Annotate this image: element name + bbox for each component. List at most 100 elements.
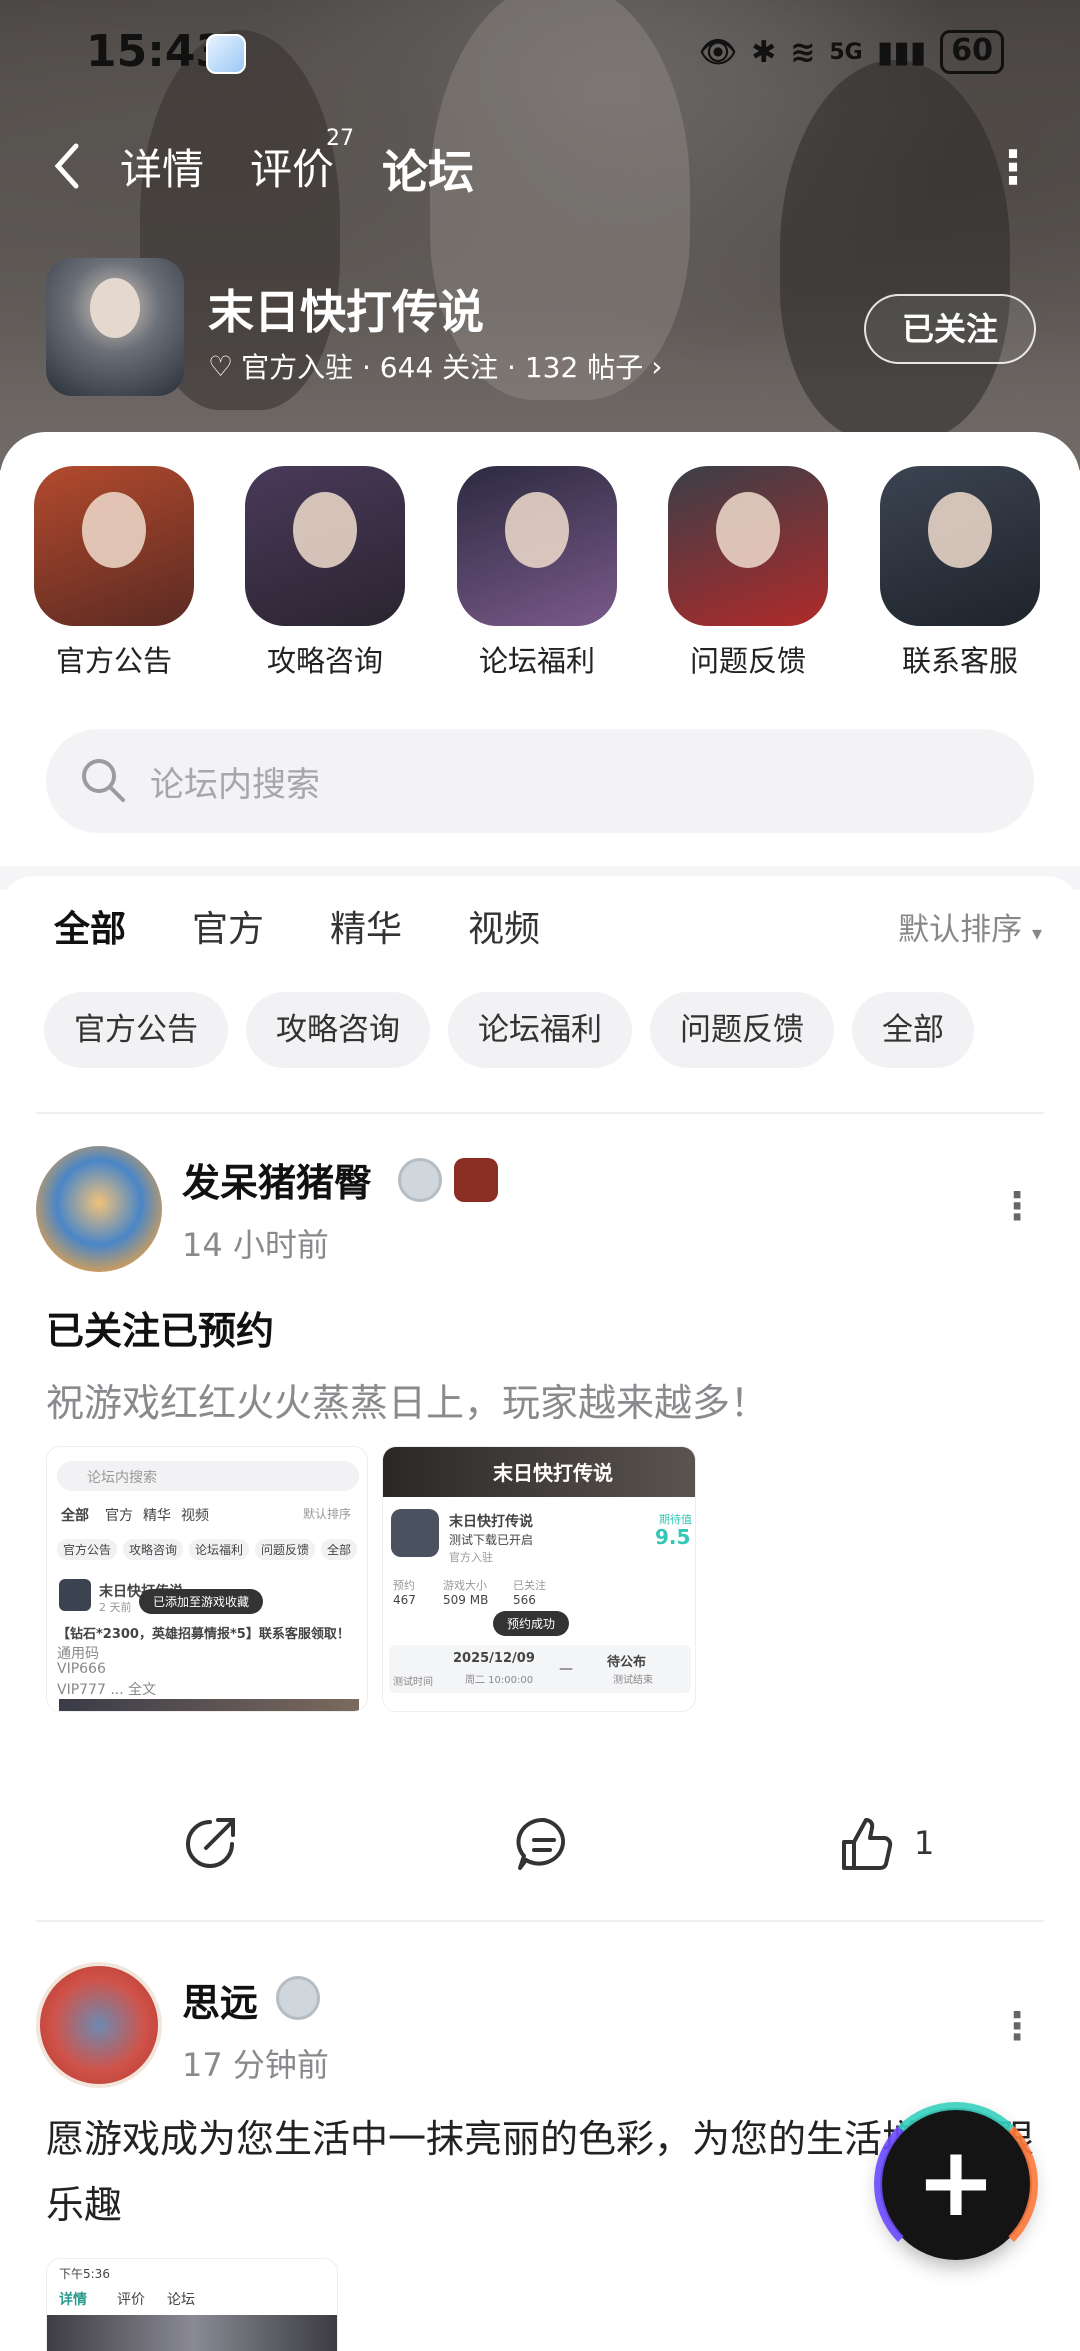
- more-vertical-icon[interactable]: ⋮: [998, 1184, 1036, 1228]
- quick-link-label: 攻略咨询: [266, 644, 383, 678]
- feedback-image: [668, 466, 828, 626]
- mini-game-sub: 测试下载已开启: [449, 1533, 534, 1547]
- post-author[interactable]: 发呆猪猪臀: [182, 1152, 372, 1207]
- post-author[interactable]: 思远: [182, 1972, 258, 2027]
- mini-date-sub: 周二 10:00:00: [465, 1675, 534, 1686]
- mini-tab: 论坛: [167, 2292, 195, 2308]
- sort-label: 默认排序: [898, 912, 1023, 948]
- sort-dropdown[interactable]: 默认排序 ▾: [898, 904, 1042, 949]
- mini-chip: 全部: [321, 1539, 358, 1560]
- game-name: 末日快打传说: [208, 285, 484, 339]
- quick-link-announcements[interactable]: 官方公告: [34, 466, 194, 680]
- category-chips: 官方公告 攻略咨询 论坛福利 问题反馈 全部: [44, 992, 1044, 1072]
- mini-date: 2025/12/09: [453, 1651, 535, 1666]
- filter-tab-video[interactable]: 视频: [468, 900, 540, 952]
- chip-announcements[interactable]: 官方公告: [44, 992, 228, 1068]
- mini-toast: 预约成功: [493, 1611, 570, 1636]
- more-vertical-icon[interactable]: ⋮: [998, 2004, 1036, 2048]
- mini-sort: 默认排序: [303, 1507, 352, 1521]
- quick-link-label: 联系客服: [901, 644, 1018, 678]
- divider: [36, 1112, 1044, 1114]
- mini-test-label: 测试时间: [393, 1677, 433, 1688]
- chip-all[interactable]: 全部: [852, 992, 974, 1068]
- like-icon[interactable]: [828, 1804, 908, 1884]
- mini-dash: —: [559, 1661, 573, 1677]
- quick-link-label: 官方公告: [55, 644, 172, 678]
- quick-link-feedback[interactable]: 问题反馈: [668, 466, 828, 680]
- plus-icon: +: [915, 2126, 997, 2238]
- mini-tab: 精华: [143, 1508, 171, 1524]
- chevron-left-icon[interactable]: [46, 136, 90, 196]
- mini-post-time: 2 天前: [99, 1601, 132, 1614]
- mini-banner: [47, 2315, 337, 2351]
- wifi-icon: ≋: [790, 34, 816, 70]
- support-image: [880, 466, 1040, 626]
- filter-tabs: 全部 官方 精华 视频 默认排序 ▾: [0, 892, 1080, 962]
- mini-post-title: 【钻石*2300，英雄招募情报*5】联系客服领取！: [57, 1627, 350, 1642]
- avatar[interactable]: [36, 1962, 162, 2088]
- filter-tab-featured[interactable]: 精华: [330, 900, 402, 952]
- filter-tab-all[interactable]: 全部: [54, 900, 127, 954]
- post-time: 17 分钟前: [182, 2046, 329, 2084]
- forum-search-bar[interactable]: 论坛内搜索: [46, 729, 1034, 833]
- mini-chip: 问题反馈: [255, 1539, 316, 1560]
- mini-stat-label: 已关注: [513, 1579, 546, 1592]
- post-actions: 1: [0, 1804, 1080, 1884]
- quick-link-welfare[interactable]: 论坛福利: [457, 466, 617, 680]
- more-vertical-icon[interactable]: ⋮: [990, 140, 1036, 194]
- rank-badge-icon: [454, 1158, 498, 1202]
- divider: [36, 1920, 1044, 1922]
- app-notification-icon: [206, 34, 246, 74]
- comment-icon[interactable]: [504, 1804, 584, 1884]
- quick-link-support[interactable]: 联系客服: [880, 466, 1040, 680]
- mini-logo-text: 末日快打传说: [493, 1461, 613, 1485]
- game-meta[interactable]: ♡ 官方入驻 · 644 关注 · 132 帖子 ›: [208, 346, 662, 386]
- diamond-icon: ♡: [208, 349, 234, 383]
- tab-forum[interactable]: 论坛: [382, 136, 474, 202]
- post-image-2[interactable]: 末日快打传说 末日快打传说 测试下载已开启 官方入驻 期待值 9.5 预约 游戏…: [382, 1446, 696, 1712]
- share-icon[interactable]: [170, 1804, 250, 1884]
- search-icon: [82, 759, 125, 802]
- filter-tab-official[interactable]: 官方: [192, 900, 264, 952]
- eye-icon: 👁: [698, 34, 738, 70]
- avatar[interactable]: [36, 1146, 162, 1272]
- mini-tab: 视频: [181, 1508, 209, 1524]
- announcements-image: [34, 466, 194, 626]
- chevron-right-icon: ›: [651, 349, 663, 383]
- chip-welfare[interactable]: 论坛福利: [448, 992, 632, 1068]
- mini-official: 官方入驻: [449, 1551, 493, 1564]
- bluetooth-icon: ✱: [751, 34, 777, 70]
- tab-reviews[interactable]: 评价: [250, 136, 334, 197]
- game-icon[interactable]: [46, 258, 184, 396]
- mini-chip: 攻略咨询: [123, 1539, 184, 1560]
- battery-icon: 60: [940, 30, 1004, 74]
- chip-feedback[interactable]: 问题反馈: [650, 992, 834, 1068]
- mini-search-text: 论坛内搜索: [87, 1470, 157, 1486]
- post-title: 已关注已预约: [46, 1309, 275, 1353]
- post-image-1[interactable]: 论坛内搜索 全部 官方 精华 视频 默认排序 官方公告 攻略咨询 论坛福利 问题…: [46, 1446, 368, 1712]
- game-meta-text: 官方入驻 · 644 关注 · 132 帖子: [241, 351, 644, 384]
- mini-tab: 详情: [59, 2292, 87, 2308]
- mini-tab: 评价: [117, 2292, 145, 2308]
- top-nav: 详情 评价 27 论坛 ⋮: [0, 120, 1080, 210]
- create-post-button[interactable]: +: [874, 2102, 1038, 2266]
- quick-link-label: 问题反馈: [689, 644, 806, 678]
- mini-tab: 官方: [105, 1508, 133, 1524]
- mini-avatar: [59, 1579, 91, 1611]
- guides-image: [245, 466, 405, 626]
- welfare-image: [457, 466, 617, 626]
- mini-line: VIP777 ... 全文: [57, 1682, 157, 1698]
- mini-chip: 论坛福利: [189, 1539, 250, 1560]
- tab-details[interactable]: 详情: [120, 136, 204, 197]
- mini-score: 9.5: [655, 1525, 691, 1549]
- mini-pending: 待公布: [607, 1655, 647, 1670]
- mini-line: 通用码: [57, 1646, 99, 1662]
- mini-stat: 566: [513, 1593, 536, 1607]
- follow-button[interactable]: 已关注: [864, 294, 1036, 364]
- chip-guides[interactable]: 攻略咨询: [246, 992, 430, 1068]
- post-image-1[interactable]: 下午5:36 详情 评价 论坛: [46, 2258, 338, 2351]
- mini-toast: 已添加至游戏收藏: [139, 1589, 264, 1614]
- quick-link-guides[interactable]: 攻略咨询: [245, 466, 405, 680]
- mini-game-name: 末日快打传说: [449, 1514, 533, 1530]
- mini-time: 下午5:36: [59, 2267, 110, 2281]
